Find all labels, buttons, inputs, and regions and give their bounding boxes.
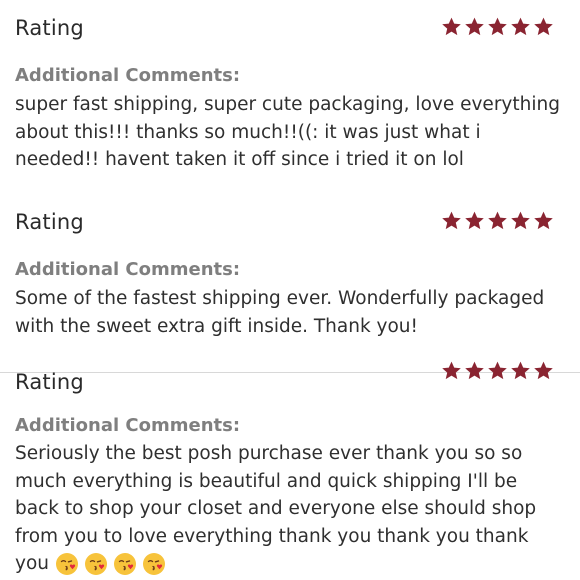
- emoji-row: [55, 552, 166, 576]
- star-icon: [487, 360, 508, 381]
- star-icon: [487, 16, 508, 37]
- rating-label: Rating: [15, 370, 84, 394]
- star-icon: [441, 360, 462, 381]
- comment-text: super fast shipping, super cute packagin…: [15, 94, 560, 170]
- star-icon: [533, 16, 554, 37]
- kissing-heart-icon: [55, 552, 79, 576]
- star-icon: [464, 16, 485, 37]
- star-icon: [441, 16, 462, 37]
- comment-text: Some of the fastest shipping ever. Wonde…: [15, 288, 545, 337]
- rating-row: Rating: [15, 16, 580, 46]
- comment-text: Seriously the best posh purchase ever th…: [15, 440, 563, 578]
- rating-row: Rating: [15, 361, 580, 400]
- star-icon: [533, 360, 554, 381]
- rating-label: Rating: [15, 16, 84, 40]
- star-icon: [510, 210, 531, 231]
- star-icon: [487, 210, 508, 231]
- kissing-heart-icon: [84, 552, 108, 576]
- star-icon: [510, 360, 531, 381]
- star-rating: [441, 210, 554, 231]
- star-icon: [464, 210, 485, 231]
- kissing-heart-icon: [142, 552, 166, 576]
- review-card: Rating Additional Comments: Some of the …: [0, 194, 580, 372]
- star-icon: [464, 360, 485, 381]
- star-rating: [441, 360, 554, 381]
- kissing-heart-icon: [113, 552, 137, 576]
- rating-label: Rating: [15, 210, 84, 234]
- review-card: Rating Additional Comments: Seriously th…: [0, 361, 580, 580]
- star-icon: [441, 210, 462, 231]
- star-icon: [510, 16, 531, 37]
- additional-comments-label: Additional Comments:: [15, 259, 241, 280]
- review-card: Rating Additional Comments: super fast s…: [0, 0, 580, 194]
- additional-comments-label: Additional Comments:: [15, 65, 241, 86]
- star-rating: [441, 16, 554, 37]
- additional-comments-label: Additional Comments:: [15, 415, 241, 436]
- rating-row: Rating: [15, 210, 580, 240]
- star-icon: [533, 210, 554, 231]
